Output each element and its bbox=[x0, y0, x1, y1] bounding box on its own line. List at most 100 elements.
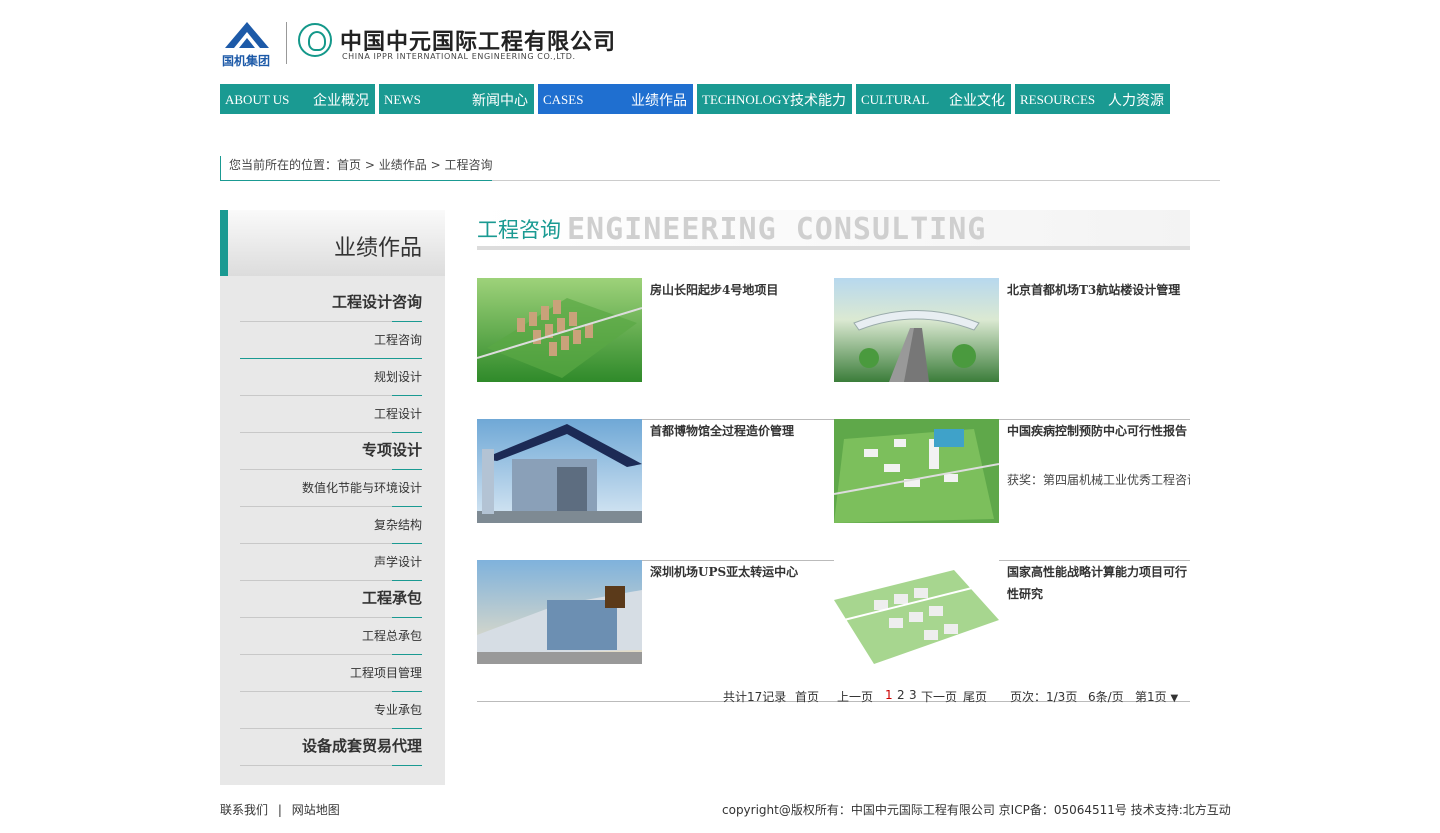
project-thumbnail[interactable] bbox=[834, 560, 999, 664]
breadcrumb: 您当前所在的位置：首页 > 业绩作品 > 工程咨询 bbox=[220, 152, 1220, 181]
sidebar-item-label: 规划设计 bbox=[373, 370, 422, 384]
group-name: 国机集团 bbox=[222, 54, 271, 68]
pager-first[interactable]: 首页 bbox=[795, 688, 819, 705]
pager-per-page: 6条/页 bbox=[1088, 690, 1124, 704]
sidebar-item-label: 设备成套贸易代理 bbox=[301, 737, 422, 755]
sidebar-item[interactable]: 规划设计 bbox=[240, 358, 422, 396]
nav-label-en: CULTURAL bbox=[861, 92, 930, 107]
sidebar-category[interactable]: 工程承包 bbox=[240, 580, 422, 618]
sidebar-accent-line bbox=[392, 765, 422, 766]
sidebar-item-label: 复杂结构 bbox=[373, 518, 422, 532]
sidebar-item[interactable]: 声学设计 bbox=[240, 543, 422, 581]
sidebar-item[interactable]: 工程咨询 bbox=[240, 321, 422, 359]
pager-total: 共计17记录 bbox=[723, 690, 787, 704]
footer-copyright: copyright@版权所有：中国中元国际工程有限公司 京ICP备：050645… bbox=[722, 803, 1231, 817]
pager-page-2[interactable]: 2 bbox=[897, 688, 905, 702]
project-title[interactable]: 国家高性能战略计算能力项目可行性研究 bbox=[1007, 561, 1189, 605]
breadcrumb-cases[interactable]: 业绩作品 bbox=[379, 158, 427, 172]
footer-sitemap-link[interactable]: 网站地图 bbox=[292, 803, 340, 817]
project-thumbnail[interactable] bbox=[834, 419, 999, 523]
sidebar-item-label: 工程设计 bbox=[373, 407, 422, 421]
sidebar-item-label: 工程咨询 bbox=[373, 333, 422, 347]
nav-label-en: TECHNOLOGY bbox=[702, 92, 791, 107]
project-row: 深圳机场UPS亚太转运中心 国家高性能战略计算能力项目可行性研究 bbox=[477, 560, 1190, 702]
sidebar-item[interactable]: 专业承包 bbox=[240, 691, 422, 729]
sidebar-item[interactable]: 工程项目管理 bbox=[240, 654, 422, 692]
sidebar-item[interactable]: 工程总承包 bbox=[240, 617, 422, 655]
project-card[interactable]: 首都博物馆全过程造价管理 bbox=[477, 419, 833, 560]
project-card[interactable]: 中国疾病控制预防中心可行性报告 获奖：第四届机械工业优秀工程咨询 bbox=[834, 419, 1190, 560]
sidebar-item-label: 工程项目管理 bbox=[349, 666, 422, 680]
sidebar-title: 业绩作品 bbox=[333, 236, 422, 261]
pager-page-select[interactable]: 第1页 ▼ bbox=[1135, 688, 1178, 705]
project-title[interactable]: 房山长阳起步4号地项目 bbox=[650, 279, 832, 301]
pager-next[interactable]: 下一页 bbox=[921, 688, 957, 705]
nav-label-cn: 企业概况 bbox=[313, 93, 369, 109]
breadcrumb-separator: > bbox=[430, 158, 441, 172]
sidebar-category[interactable]: 工程设计咨询 bbox=[240, 284, 422, 322]
main-nav: ABOUT US 企业概况 NEWS 新闻中心 CASES 业绩作品 TECHN… bbox=[220, 84, 1220, 114]
footer-divider: | bbox=[277, 803, 282, 817]
sidebar-item[interactable]: 数值化节能与环境设计 bbox=[240, 469, 422, 507]
project-thumbnail[interactable] bbox=[477, 560, 642, 664]
project-thumbnail[interactable] bbox=[477, 419, 642, 523]
nav-label-en: ABOUT US bbox=[225, 92, 290, 107]
project-card[interactable]: 北京首都机场T3航站楼设计管理 bbox=[834, 278, 1190, 419]
ippr-logo-icon[interactable] bbox=[298, 23, 332, 57]
sidebar-item-label: 工程设计咨询 bbox=[331, 293, 422, 311]
nav-label-cn: 企业文化 bbox=[949, 93, 1005, 109]
sidebar: 业绩作品 工程设计咨询工程咨询规划设计工程设计专项设计数值化节能与环境设计复杂结… bbox=[220, 210, 445, 785]
nav-label-cn: 新闻中心 bbox=[472, 93, 528, 109]
pager-last[interactable]: 尾页 bbox=[963, 688, 987, 705]
site-header: 国机集团 中国中元国际工程有限公司 CHINA IPPR INTERNATION… bbox=[220, 18, 1220, 68]
sidebar-item[interactable]: 工程设计 bbox=[240, 395, 422, 433]
project-title[interactable]: 北京首都机场T3航站楼设计管理 bbox=[1007, 279, 1189, 301]
sidebar-item-label: 工程总承包 bbox=[361, 629, 422, 643]
pager-page-3[interactable]: 3 bbox=[909, 688, 917, 702]
sidebar-item[interactable]: 复杂结构 bbox=[240, 506, 422, 544]
nav-label-cn: 人力资源 bbox=[1108, 93, 1164, 109]
pagination: 共计17记录 首页 上一页 1 2 3 下一页 尾页 页次：1/3页 6条/页 … bbox=[477, 688, 1190, 708]
pager-select-value: 第1页 bbox=[1135, 690, 1167, 704]
sidebar-header: 业绩作品 bbox=[220, 210, 445, 276]
sidebar-category[interactable]: 设备成套贸易代理 bbox=[240, 728, 422, 766]
nav-news[interactable]: NEWS 新闻中心 bbox=[379, 84, 534, 114]
breadcrumb-prefix: 您当前所在的位置： bbox=[229, 158, 338, 172]
nav-cases[interactable]: CASES 业绩作品 bbox=[538, 84, 693, 114]
project-card[interactable]: 国家高性能战略计算能力项目可行性研究 bbox=[834, 560, 1190, 701]
sidebar-item-label: 专项设计 bbox=[361, 441, 422, 459]
project-thumbnail[interactable] bbox=[834, 278, 999, 382]
footer-links: 联系我们 | 网站地图 bbox=[220, 801, 340, 818]
nav-label-en: NEWS bbox=[384, 92, 421, 107]
pager-page-1[interactable]: 1 bbox=[885, 688, 893, 702]
content-header: 工程咨询 ENGINEERING CONSULTING bbox=[477, 210, 1190, 250]
project-award: 获奖：第四届机械工业优秀工程咨询 bbox=[1007, 473, 1190, 487]
sidebar-category[interactable]: 专项设计 bbox=[240, 432, 422, 470]
nav-cultural[interactable]: CULTURAL 企业文化 bbox=[856, 84, 1011, 114]
sidebar-item-label: 数值化节能与环境设计 bbox=[301, 481, 422, 495]
nav-label-cn: 业绩作品 bbox=[631, 93, 687, 109]
project-title[interactable]: 深圳机场UPS亚太转运中心 bbox=[650, 561, 832, 583]
dropdown-arrow-icon: ▼ bbox=[1170, 693, 1179, 704]
footer-contact-link[interactable]: 联系我们 bbox=[220, 803, 268, 817]
header-divider bbox=[286, 22, 287, 64]
project-row: 房山长阳起步4号地项目 北京首都机场T3航站楼设计管理 bbox=[477, 278, 1190, 420]
pager-page-info: 页次：1/3页 bbox=[1010, 690, 1078, 704]
breadcrumb-home[interactable]: 首页 bbox=[337, 158, 361, 172]
project-card[interactable]: 深圳机场UPS亚太转运中心 bbox=[477, 560, 833, 701]
pager-prev[interactable]: 上一页 bbox=[837, 688, 873, 705]
content-title-en: ENGINEERING CONSULTING bbox=[567, 212, 987, 247]
nav-resources[interactable]: RESOURCES 人力资源 bbox=[1015, 84, 1170, 114]
project-thumbnail[interactable] bbox=[477, 278, 642, 382]
sidebar-item-label: 工程承包 bbox=[361, 589, 422, 607]
sidebar-item-label: 专业承包 bbox=[373, 703, 422, 717]
project-card[interactable]: 房山长阳起步4号地项目 bbox=[477, 278, 833, 419]
nav-technology[interactable]: TECHNOLOGY 技术能力 bbox=[697, 84, 852, 114]
nav-label-en: RESOURCES bbox=[1020, 92, 1096, 107]
project-title[interactable]: 首都博物馆全过程造价管理 bbox=[650, 420, 832, 442]
nav-label-en: CASES bbox=[543, 92, 584, 107]
sinomach-logo[interactable]: 国机集团 bbox=[220, 22, 274, 68]
project-title[interactable]: 中国疾病控制预防中心可行性报告 bbox=[1007, 420, 1189, 442]
project-row: 首都博物馆全过程造价管理 中国疾病控制预防中心可行性报告 获奖：第四届机械工业优… bbox=[477, 419, 1190, 561]
nav-about[interactable]: ABOUT US 企业概况 bbox=[220, 84, 375, 114]
